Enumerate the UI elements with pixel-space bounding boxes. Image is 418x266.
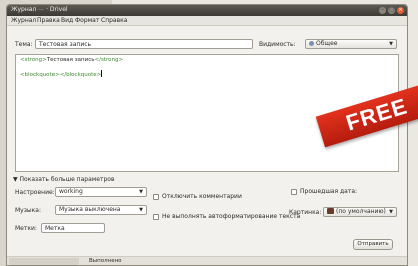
music-label: Музыка: xyxy=(15,207,41,214)
picture-label: Картинка: xyxy=(289,209,322,216)
more-params-expander[interactable]: ▼ Показать больше параметров xyxy=(13,176,114,183)
disable-comments-label: Отключить комментарии xyxy=(162,193,242,200)
visibility-label: Видимость: xyxy=(259,41,296,48)
editor-line-1: <strong>Тестовая запись</strong> xyxy=(20,57,124,63)
more-params-label: Показать больше параметров xyxy=(19,176,115,183)
chevron-down-icon: ▼ xyxy=(139,207,143,213)
visibility-select[interactable]: Общее ▼ xyxy=(305,39,397,49)
window-title: Журнал — · Drivel xyxy=(11,6,68,13)
mood-select[interactable]: working ▼ xyxy=(55,187,147,197)
editor-line-2: <blockquote></blockquote> xyxy=(20,70,103,78)
tags-input[interactable]: Метка xyxy=(41,223,105,233)
mood-label: Настроение: xyxy=(15,189,55,196)
past-date-label: Прошедшая дата: xyxy=(300,188,358,195)
menu-view[interactable]: Вид xyxy=(61,17,73,24)
menu-help[interactable]: Справка xyxy=(101,17,127,24)
picture-select[interactable]: (по умолчанию) ▼ xyxy=(323,207,397,217)
tags-label: Метки: xyxy=(15,225,37,232)
subject-label: Тема: xyxy=(15,41,33,48)
menu-edit[interactable]: Правка xyxy=(37,17,60,24)
no-autoformat-label: Не выполнять автоформатирование текста xyxy=(162,213,301,220)
globe-icon xyxy=(309,41,314,46)
maximize-button[interactable]: □ xyxy=(388,7,395,14)
past-date-checkbox[interactable] xyxy=(291,189,297,195)
send-button[interactable]: Отправить xyxy=(353,239,393,250)
title-bar: Журнал — · Drivel – □ × xyxy=(7,5,407,16)
userpic-icon xyxy=(327,208,334,214)
music-value: Музыка выключена xyxy=(59,206,121,213)
disable-comments-checkbox[interactable] xyxy=(153,194,159,200)
status-text: Выполнено xyxy=(89,258,122,264)
visibility-value: Общее xyxy=(316,40,338,47)
chevron-down-icon: ▼ xyxy=(139,189,143,195)
close-button[interactable]: × xyxy=(397,7,404,14)
picture-value: (по умолчанию) xyxy=(336,208,386,215)
menu-format[interactable]: Формат xyxy=(75,17,99,24)
chevron-down-icon: ▼ xyxy=(389,209,393,215)
text-caret xyxy=(101,70,103,77)
minimize-button[interactable]: – xyxy=(379,7,386,14)
music-select[interactable]: Музыка выключена ▼ xyxy=(55,205,147,215)
subject-input[interactable]: Тестовая запись xyxy=(35,39,253,49)
status-bar: Выполнено xyxy=(7,256,407,265)
mood-value: working xyxy=(59,188,83,195)
chevron-down-icon: ▼ xyxy=(389,41,393,47)
status-panel xyxy=(9,258,79,265)
no-autoformat-checkbox[interactable] xyxy=(153,214,159,220)
expander-arrow-icon: ▼ xyxy=(13,176,18,183)
menu-journal[interactable]: Журнал xyxy=(11,17,36,24)
menu-bar: Журнал Правка Вид Формат Справка xyxy=(7,16,407,26)
